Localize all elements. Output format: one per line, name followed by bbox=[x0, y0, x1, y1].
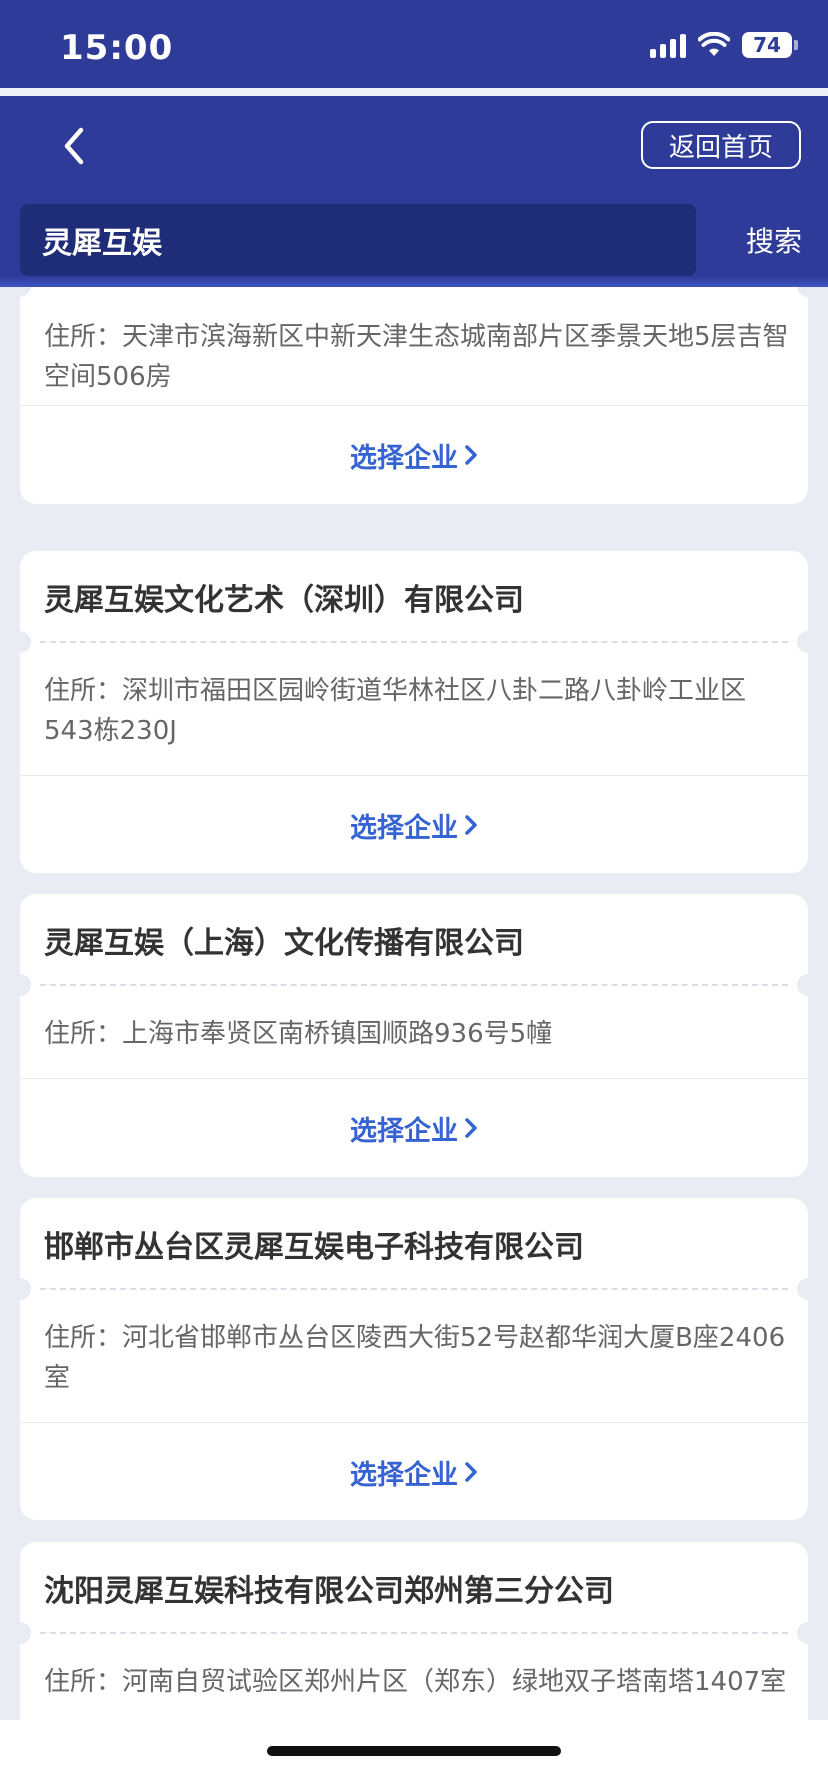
result-card: 沈阳灵犀互娱科技有限公司郑州第三分公司 住所：河南自贸试验区郑州片区（郑东）绿地… bbox=[9, 1542, 819, 1720]
chevron-right-icon bbox=[465, 1462, 477, 1482]
card-notch bbox=[9, 1622, 31, 1644]
card-divider bbox=[40, 1288, 788, 1290]
card-notch bbox=[797, 1622, 819, 1644]
card-divider bbox=[40, 984, 788, 986]
chevron-right-icon bbox=[465, 445, 477, 465]
result-card: 住所：天津市滨海新区中新天津生态城南部片区季景天地5层吉智空间506房 选择企业 bbox=[9, 287, 819, 504]
home-indicator[interactable] bbox=[267, 1746, 561, 1756]
status-bar: 15:00 74 bbox=[0, 0, 828, 88]
home-indicator-area bbox=[0, 1720, 828, 1792]
result-card: 灵犀互娱（上海）文化传播有限公司 住所：上海市奉贤区南桥镇国顺路936号5幢 选… bbox=[9, 894, 819, 1177]
chevron-left-icon bbox=[64, 127, 84, 165]
battery-icon: 74 bbox=[742, 32, 798, 58]
search-row: 搜索 bbox=[0, 204, 828, 276]
card-address: 住所：河北省邯郸市丛台区陵西大街52号赵都华润大厦B座2406室 bbox=[44, 1323, 786, 1393]
card-notch bbox=[9, 974, 31, 996]
select-company-button[interactable]: 选择企业 bbox=[20, 1079, 808, 1177]
company-name: 沈阳灵犀互娱科技有限公司郑州第三分公司 bbox=[44, 1574, 614, 1609]
search-button[interactable]: 搜索 bbox=[746, 204, 802, 276]
status-divider bbox=[0, 88, 828, 96]
card-notch bbox=[797, 974, 819, 996]
card-notch bbox=[9, 287, 31, 297]
wifi-icon bbox=[698, 32, 730, 56]
back-button[interactable] bbox=[44, 116, 104, 176]
chevron-right-icon bbox=[465, 815, 477, 835]
company-name: 灵犀互娱文化艺术（深圳）有限公司 bbox=[44, 583, 524, 618]
card-divider bbox=[40, 1632, 788, 1634]
company-name: 灵犀互娱（上海）文化传播有限公司 bbox=[44, 926, 524, 961]
status-icons: 74 bbox=[650, 32, 798, 58]
card-address: 住所：河南自贸试验区郑州片区（郑东）绿地双子塔南塔1407室 bbox=[44, 1667, 787, 1697]
select-company-button[interactable]: 选择企业 bbox=[20, 776, 808, 874]
card-notch bbox=[9, 631, 31, 653]
signal-icon bbox=[650, 32, 686, 58]
search-input[interactable] bbox=[20, 204, 696, 276]
header: 15:00 74 返回首页 搜索 bbox=[0, 0, 828, 287]
results-list: 住所：天津市滨海新区中新天津生态城南部片区季景天地5层吉智空间506房 选择企业… bbox=[0, 287, 828, 1720]
card-notch bbox=[797, 631, 819, 653]
header-bottom-edge bbox=[0, 276, 828, 287]
nav-bar: 返回首页 bbox=[0, 96, 828, 196]
select-company-button[interactable]: 选择企业 bbox=[20, 406, 808, 504]
result-card: 邯郸市丛台区灵犀互娱电子科技有限公司 住所：河北省邯郸市丛台区陵西大街52号赵都… bbox=[9, 1198, 819, 1521]
card-address: 住所：上海市奉贤区南桥镇国顺路936号5幢 bbox=[44, 1019, 553, 1049]
home-button[interactable]: 返回首页 bbox=[641, 121, 801, 169]
card-notch bbox=[797, 287, 819, 297]
card-notch bbox=[797, 1278, 819, 1300]
card-notch bbox=[9, 1278, 31, 1300]
chevron-right-icon bbox=[465, 1118, 477, 1138]
select-company-button[interactable]: 选择企业 bbox=[20, 1423, 808, 1521]
card-address: 住所：天津市滨海新区中新天津生态城南部片区季景天地5层吉智空间506房 bbox=[44, 322, 789, 392]
result-card: 灵犀互娱文化艺术（深圳）有限公司 住所：深圳市福田区园岭街道华林社区八卦二路八卦… bbox=[9, 551, 819, 874]
card-address: 住所：深圳市福田区园岭街道华林社区八卦二路八卦岭工业区543栋230J bbox=[44, 676, 747, 746]
status-time: 15:00 bbox=[60, 28, 174, 68]
company-name: 邯郸市丛台区灵犀互娱电子科技有限公司 bbox=[44, 1230, 584, 1265]
card-divider bbox=[40, 641, 788, 643]
